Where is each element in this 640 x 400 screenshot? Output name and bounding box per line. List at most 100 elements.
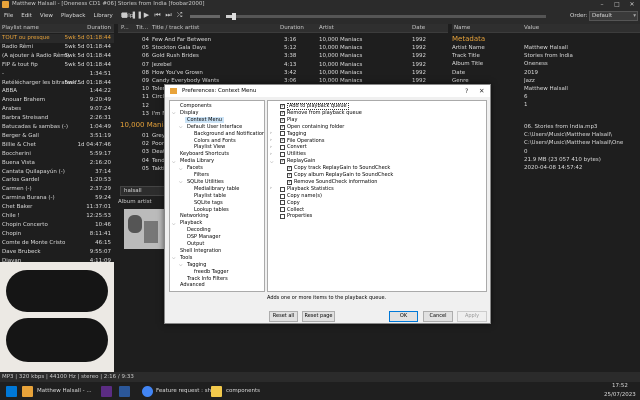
playlist-row[interactable]: Barbra Streisand 2:26:31 <box>0 114 114 123</box>
playlist-name-header[interactable]: Playlist name <box>2 24 39 32</box>
col-track-no[interactable]: Tit... <box>136 24 148 32</box>
checkbox[interactable] <box>280 214 285 220</box>
checkbox[interactable]: ✓ <box>280 117 285 123</box>
playlist-row[interactable]: Comte de Monte Cristo 46:15 <box>0 239 114 248</box>
play-icon[interactable]: ▶ <box>142 11 151 20</box>
playlist-duration-header[interactable]: Duration <box>87 24 111 32</box>
checkbox[interactable]: ✓ <box>287 172 292 178</box>
random-icon[interactable]: ⤮ <box>175 11 184 20</box>
option-label[interactable]: Utilities <box>287 151 306 158</box>
menu-edit[interactable]: Edit <box>17 9 36 24</box>
playlist-row[interactable]: Chopin Concerto 10:46 <box>0 221 114 230</box>
word-icon[interactable] <box>119 386 130 397</box>
checkbox[interactable]: ✓ <box>280 110 285 116</box>
menu-playback[interactable]: Playback <box>57 9 90 24</box>
option-label[interactable]: Tagging <box>287 131 306 138</box>
seek-handle[interactable] <box>232 13 236 20</box>
tree-item[interactable]: SQLite tags <box>192 200 225 207</box>
album-thumbnail[interactable] <box>124 209 164 249</box>
playlist-row[interactable]: (A ajouter à Radio Rêmi) 5wk 5d 01:18:44 <box>0 52 114 61</box>
playlist-row[interactable]: Billie & Chet 1d 04:47:46 <box>0 141 114 150</box>
playlist-row[interactable]: FIP & tout fip 5wk 5d 01:18:44 <box>0 61 114 70</box>
app-icon[interactable] <box>101 386 112 397</box>
foobar-taskbar-icon[interactable] <box>22 386 33 397</box>
option-label[interactable]: Properties <box>287 213 312 220</box>
taskbar-explorer[interactable]: components <box>226 384 260 398</box>
tree-item[interactable]: Display <box>178 110 200 117</box>
playlist-row[interactable]: - 1:34:51 <box>0 70 114 79</box>
expand-chevron-icon[interactable]: ⌵ <box>172 159 175 165</box>
col-date[interactable]: Date <box>412 24 425 32</box>
help-icon[interactable]: ? <box>465 85 468 97</box>
checkbox[interactable]: ✓ <box>280 124 285 130</box>
playlist-row[interactable]: Boccherini 5:59:17 <box>0 150 114 159</box>
tree-item[interactable]: Playlist table <box>192 193 228 200</box>
option-label[interactable]: Open containing folder <box>287 124 344 131</box>
playlist-row[interactable]: Anouar Brahem 9:20:49 <box>0 96 114 105</box>
tree-item[interactable]: Background and Notifications <box>192 131 264 138</box>
checkbox[interactable] <box>280 193 285 199</box>
col-duration[interactable]: Duration <box>280 24 304 32</box>
tree-item[interactable]: Colors and Fonts <box>192 138 238 145</box>
option-label[interactable]: Remove from playback queue <box>287 110 362 117</box>
tree-item[interactable]: Medialibrary table <box>192 186 241 193</box>
playlist-row[interactable]: TOUT ou presque 5wk 5d 01:18:44 <box>0 34 114 43</box>
playlist-row[interactable]: Carmen (-) 2:37:29 <box>0 185 114 194</box>
expand-chevron-icon[interactable]: ⌵ <box>172 221 175 227</box>
checkbox[interactable] <box>280 200 285 206</box>
playlist-row[interactable]: Radio Rêmi 5wk 5d 01:18:44 <box>0 43 114 52</box>
playlist-row[interactable]: Arabes 9:07:24 <box>0 105 114 114</box>
taskbar-foobar[interactable]: Matthew Halsall - ... <box>37 384 92 398</box>
maximize-button[interactable]: □ <box>610 0 624 9</box>
cancel-button[interactable]: Cancel <box>423 311 453 322</box>
menu-view[interactable]: View <box>36 9 57 24</box>
playlist-row[interactable]: Dave Brubeck 9:55:07 <box>0 248 114 257</box>
dialog-close-icon[interactable]: ✕ <box>479 85 484 97</box>
option-label[interactable]: ReplayGain <box>287 158 315 165</box>
checkbox[interactable] <box>280 186 285 192</box>
checkbox[interactable]: ✓ <box>287 179 292 185</box>
expand-chevron-icon[interactable]: ⌵ <box>179 179 182 185</box>
expand-chevron-icon[interactable]: ⌵ <box>172 110 175 116</box>
expand-chevron-icon[interactable]: › <box>270 131 272 136</box>
previous-icon[interactable]: ⏮ <box>153 11 162 20</box>
checkbox[interactable]: ✓ <box>280 138 285 144</box>
chrome-icon[interactable] <box>142 386 153 397</box>
option-label[interactable]: Remove SoundCheck information <box>294 179 377 186</box>
seek-bar[interactable] <box>226 15 546 18</box>
checkbox[interactable]: ✓ <box>280 159 285 164</box>
col-artist[interactable]: Artist <box>319 24 334 32</box>
tree-item[interactable]: Playlist View <box>192 144 227 151</box>
playlist-row[interactable]: Buena Vista 2:16:20 <box>0 159 114 168</box>
expand-chevron-icon[interactable]: ⌵ <box>179 262 182 268</box>
tree-item[interactable]: Tagging <box>185 262 208 269</box>
next-icon[interactable]: ⏭ <box>164 11 173 20</box>
checkbox[interactable] <box>280 152 285 158</box>
option-label[interactable]: Convert <box>287 144 307 151</box>
expand-chevron-icon[interactable]: ⌵ <box>172 255 175 261</box>
checkbox[interactable] <box>280 145 285 151</box>
expand-chevron-icon[interactable]: › <box>270 186 272 191</box>
apply-button[interactable]: Apply <box>457 311 487 322</box>
tree-item[interactable]: freedb Tagger <box>192 269 231 276</box>
option-label[interactable]: Playback Statistics <box>287 186 334 193</box>
tree-item[interactable]: Advanced <box>178 282 207 289</box>
option-label[interactable]: File Operations <box>287 138 324 145</box>
col-title[interactable]: Title / track artist <box>152 24 199 32</box>
tree-item[interactable]: Components <box>178 103 214 110</box>
playlist-row[interactable]: Chet Baker 11:37:01 <box>0 203 114 212</box>
option-label[interactable]: Copy name(s) <box>287 193 322 200</box>
playlist-row[interactable]: Batucadas & sambas (-) 1:04:49 <box>0 123 114 132</box>
tree-item[interactable]: Decoding <box>185 227 213 234</box>
taskbar-chrome[interactable]: Feature request : sh... <box>156 384 216 398</box>
menu-file[interactable]: File <box>0 9 17 24</box>
tree-item[interactable]: Default User Interface <box>185 124 244 131</box>
playlist-row[interactable]: Carlos Gardel 1:20:53 <box>0 176 114 185</box>
pause-icon[interactable]: ❚❚ <box>131 11 143 20</box>
option-label[interactable]: Copy <box>287 200 300 207</box>
option-label[interactable]: Add to playback queue <box>287 103 349 110</box>
col-playing[interactable]: P... <box>121 24 129 32</box>
playlist-row[interactable]: Cantata Quilapayún (-) 37:14 <box>0 168 114 177</box>
expand-chevron-icon[interactable]: ⌵ <box>179 166 182 172</box>
tree-item[interactable]: Playback <box>178 220 204 227</box>
